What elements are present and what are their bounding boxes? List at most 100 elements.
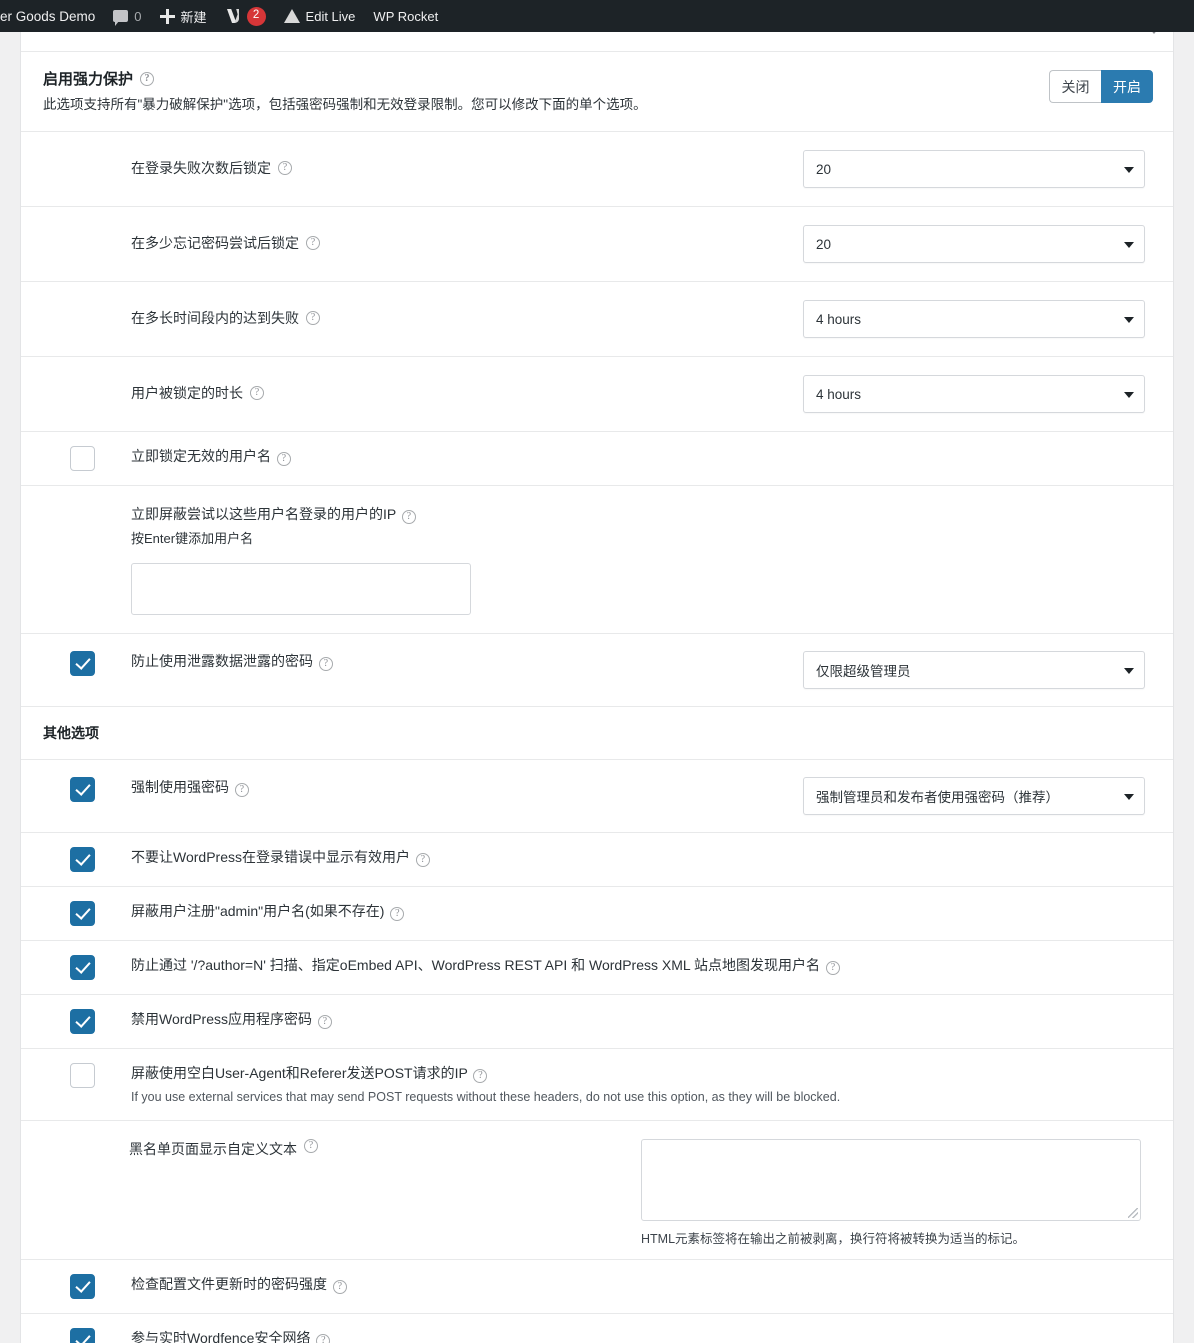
checkbox-row: 检查配置文件更新时的密码强度 ? — [21, 1260, 1173, 1313]
section-title-wrap: 启用强力保护 ? — [43, 68, 647, 89]
help-icon[interactable]: ? — [306, 236, 320, 251]
breached-passwords-scope-select[interactable]: 仅限超级管理员 — [803, 651, 1145, 690]
strong-passwords-scope-select[interactable]: 强制管理员和发布者使用强密码（推荐） — [803, 777, 1145, 816]
strong-passwords-checkbox[interactable] — [70, 777, 95, 803]
setting-label: 在多少忘记密码尝试后锁定 — [131, 235, 299, 252]
toggle-off-button[interactable]: 关闭 — [1049, 70, 1101, 103]
checkbox-label-wrap: 立即锁定无效的用户名 ? — [95, 446, 1173, 467]
prevent-author-scan-checkbox[interactable] — [70, 955, 95, 981]
brute-force-settings-card: 启用强力保护 ? 此选项支持所有"暴力破解保护"选项，包括强密码强制和无效登录限… — [20, 32, 1174, 1343]
checkbox-col — [21, 847, 95, 873]
chevron-down-icon — [1124, 668, 1134, 675]
help-icon[interactable]: ? — [234, 783, 249, 798]
help-icon[interactable]: ? — [140, 71, 155, 86]
setting-row-strong-passwords: 强制使用强密码 ? 强制管理员和发布者使用强密码（推荐） — [21, 760, 1173, 834]
blocked-usernames-hint: 按Enter键添加用户名 — [131, 531, 254, 547]
adminbar-comments[interactable]: 0 — [104, 0, 150, 32]
card-top-partial-row — [21, 32, 1173, 52]
checkbox-label: 参与实时Wordfence安全网络 — [131, 1329, 311, 1343]
adminbar-site-name[interactable]: er Goods Demo — [0, 0, 104, 32]
setting-row-blocked-usernames: 立即屏蔽尝试以这些用户名登录的用户的IP ? 按Enter键添加用户名 — [21, 486, 1173, 635]
select-value: 4 hours — [816, 311, 862, 327]
toggle-on-button[interactable]: 开启 — [1101, 70, 1153, 103]
help-icon[interactable]: ? — [306, 311, 320, 326]
resize-handle-icon[interactable] — [1128, 1207, 1138, 1218]
select-value: 20 — [816, 161, 832, 177]
adminbar-edit-live[interactable]: Edit Live — [275, 0, 365, 32]
checkbox-label-wrap: 不要让WordPress在登录错误中显示有效用户 ? — [95, 847, 1173, 868]
help-icon[interactable]: ? — [276, 452, 291, 467]
help-icon[interactable]: ? — [304, 1138, 318, 1153]
adminbar-comments-count: 0 — [134, 8, 142, 24]
lockout-failures-select[interactable]: 20 — [803, 150, 1145, 189]
forgot-password-attempts-select[interactable]: 20 — [803, 225, 1145, 264]
page-canvas: Kiwi建站笔记 更好的建站服务 Kiwi建站笔记 更好的建站服务 启用强力保护… — [0, 32, 1194, 1343]
adminbar-wp-rocket[interactable]: WP Rocket — [364, 0, 447, 32]
lock-invalid-usernames-checkbox[interactable] — [70, 446, 95, 472]
chevron-down-icon — [1124, 167, 1134, 174]
checkbox-row: 立即锁定无效的用户名 ? — [21, 432, 1173, 485]
help-icon[interactable]: ? — [825, 961, 840, 976]
checkbox-label: 检查配置文件更新时的密码强度 — [131, 1275, 327, 1292]
setting-control-wrap: 20 — [801, 132, 1173, 206]
setting-label: 用户被锁定的时长 — [131, 385, 243, 402]
setting-row-lock-invalid-usernames: 立即锁定无效的用户名 ? — [21, 432, 1173, 487]
hide-valid-users-checkbox[interactable] — [70, 847, 95, 873]
help-icon[interactable]: ? — [317, 1015, 332, 1030]
failure-window-select[interactable]: 4 hours — [803, 300, 1145, 339]
custom-text-row: 黑名单页面显示自定义文本 ? HTML元素标签将在输出之前被剥离，换行符将被转换… — [21, 1121, 1173, 1259]
block-blank-ua-post-checkbox[interactable] — [70, 1063, 95, 1089]
checkbox-col — [21, 1273, 95, 1299]
help-icon[interactable]: ? — [415, 853, 430, 868]
setting-control-wrap: 强制管理员和发布者使用强密码（推荐） — [801, 777, 1173, 816]
help-icon[interactable]: ? — [250, 386, 264, 401]
custom-blacklist-text-textarea[interactable] — [641, 1138, 1141, 1221]
adminbar-wp-rocket-label: WP Rocket — [373, 8, 439, 24]
security-network-checkbox[interactable] — [70, 1327, 95, 1343]
yoast-notification-badge: 2 — [246, 6, 266, 26]
lockout-duration-select[interactable]: 4 hours — [803, 375, 1145, 414]
checkbox-row: 强制使用强密码 ? 强制管理员和发布者使用强密码（推荐） — [21, 760, 1173, 832]
checkbox-row: 参与实时Wordfence安全网络 ? — [21, 1314, 1173, 1343]
check-password-strength-checkbox[interactable] — [70, 1273, 95, 1299]
help-icon[interactable]: ? — [401, 510, 416, 525]
help-icon[interactable]: ? — [473, 1069, 488, 1084]
blocked-usernames-row: 立即屏蔽尝试以这些用户名登录的用户的IP ? 按Enter键添加用户名 — [21, 486, 1173, 633]
block-admin-registration-checkbox[interactable] — [70, 901, 95, 927]
checkbox-row: 不要让WordPress在登录错误中显示有效用户 ? — [21, 833, 1173, 886]
checkbox-col — [21, 1327, 95, 1343]
setting-control-wrap: 仅限超级管理员 — [801, 651, 1173, 690]
breached-passwords-checkbox[interactable] — [70, 651, 95, 677]
setting-row-hide-valid-users: 不要让WordPress在登录错误中显示有效用户 ? — [21, 833, 1173, 888]
disable-app-passwords-checkbox[interactable] — [70, 1009, 95, 1035]
help-icon[interactable]: ? — [278, 161, 292, 176]
blocked-usernames-input[interactable] — [131, 563, 471, 616]
chevron-down-icon — [1124, 317, 1134, 324]
setting-row-block-admin-registration: 屏蔽用户注册"admin"用户名(如果不存在) ? — [21, 887, 1173, 942]
checkbox-label-wrap: 屏蔽用户注册"admin"用户名(如果不存在) ? — [95, 901, 1173, 922]
adminbar-edit-live-label: Edit Live — [305, 8, 356, 24]
setting-row-prevent-author-scan: 防止通过 '/?author=N' 扫描、指定oEmbed API、WordPr… — [21, 941, 1173, 996]
setting-row-check-password-strength: 检查配置文件更新时的密码强度 ? — [21, 1259, 1173, 1314]
adminbar-new-content[interactable]: 新建 — [151, 0, 216, 32]
setting-row-custom-blacklist-text: 黑名单页面显示自定义文本 ? HTML元素标签将在输出之前被剥离，换行符将被转换… — [21, 1120, 1173, 1260]
checkbox-col — [21, 1063, 95, 1089]
help-icon[interactable]: ? — [316, 1333, 331, 1343]
setting-row-lockout-duration: 用户被锁定的时长 ? 4 hours — [21, 357, 1173, 433]
custom-text-help: HTML元素标签将在输出之前被剥离，换行符将被转换为适当的标记。 — [641, 1231, 1026, 1246]
section-description: 此选项支持所有"暴力破解保护"选项，包括强密码强制和无效登录限制。您可以修改下面… — [43, 97, 647, 112]
help-icon[interactable]: ? — [390, 907, 405, 922]
select-value: 强制管理员和发布者使用强密码（推荐） — [816, 790, 1059, 806]
chevron-down-icon[interactable] — [1149, 32, 1159, 34]
checkbox-label-wrap: 屏蔽使用空白User-Agent和Referer发送POST请求的IP ? If… — [95, 1063, 1173, 1105]
help-icon[interactable]: ? — [332, 1279, 347, 1294]
adminbar-yoast-seo[interactable]: 2 — [216, 0, 275, 32]
help-icon[interactable]: ? — [318, 657, 333, 672]
checkbox-col — [21, 901, 95, 927]
select-value: 20 — [816, 236, 832, 252]
chevron-down-icon — [1124, 794, 1134, 801]
checkbox-row: 禁用WordPress应用程序密码 ? — [21, 995, 1173, 1048]
setting-row-disable-app-passwords: 禁用WordPress应用程序密码 ? — [21, 995, 1173, 1050]
page-title: 启用强力保护 — [43, 71, 134, 88]
setting-label: 在多长时间段内的达到失败 — [131, 310, 299, 327]
